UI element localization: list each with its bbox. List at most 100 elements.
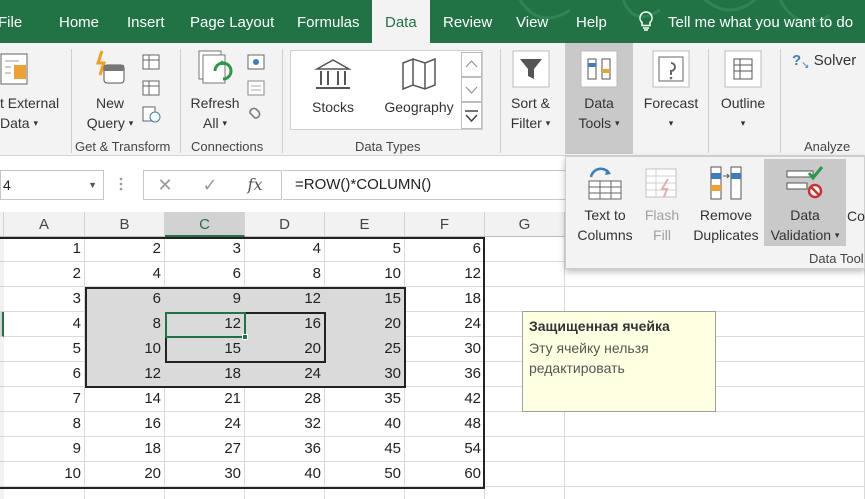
connections-small-icons[interactable] <box>246 53 268 123</box>
cell-d11[interactable] <box>245 487 325 499</box>
cell-e8[interactable]: 40 <box>325 412 405 437</box>
cell-a1[interactable]: 1 <box>4 237 85 262</box>
cell-a6[interactable]: 6 <box>4 362 85 387</box>
cell-b8[interactable]: 16 <box>85 412 165 437</box>
insert-function-button[interactable]: fx <box>238 171 272 199</box>
flash-fill-button[interactable]: Flash Fill <box>638 165 686 245</box>
cell-e10[interactable]: 50 <box>325 462 405 487</box>
new-query-button[interactable]: New Query ▾ <box>81 49 139 133</box>
refresh-all-button[interactable]: Refresh All ▾ <box>186 49 244 133</box>
tab-home[interactable]: Home <box>59 0 99 43</box>
geography-button[interactable]: Geography <box>378 57 460 117</box>
cell-d5[interactable]: 20 <box>245 337 325 362</box>
cell-a2[interactable]: 2 <box>4 262 85 287</box>
cell-e6[interactable]: 30 <box>325 362 405 387</box>
cell-e1[interactable]: 5 <box>325 237 405 262</box>
cell-c7[interactable]: 21 <box>165 387 245 412</box>
enter-formula-button[interactable]: ✓ <box>193 171 227 199</box>
cell-e9[interactable]: 45 <box>325 437 405 462</box>
column-header-a[interactable]: A <box>4 212 85 237</box>
tab-data[interactable]: Data <box>372 0 430 43</box>
cell-g11[interactable] <box>485 487 565 499</box>
cell-b11[interactable] <box>85 487 165 499</box>
data-types-scroll-up[interactable] <box>461 52 482 77</box>
cell-g8[interactable] <box>485 412 565 437</box>
data-validation-button[interactable]: Data Validation ▾ <box>764 165 846 245</box>
cell-c10[interactable]: 30 <box>165 462 245 487</box>
cell-f10[interactable]: 60 <box>405 462 485 487</box>
sort-filter-button[interactable]: Sort & Filter ▾ <box>503 49 558 133</box>
cell-a11[interactable] <box>4 487 85 499</box>
outline-button[interactable]: Outline ▾ <box>712 49 774 133</box>
cell-d1[interactable]: 4 <box>245 237 325 262</box>
get-external-data-button[interactable]: t External Data ▾ <box>0 49 66 133</box>
cell-f11[interactable] <box>405 487 485 499</box>
remove-duplicates-button[interactable]: Remove Duplicates <box>688 165 764 245</box>
cell-a3[interactable]: 3 <box>4 287 85 312</box>
cell-g10[interactable] <box>485 462 565 487</box>
column-header-d[interactable]: D <box>245 212 325 237</box>
cell-c9[interactable]: 27 <box>165 437 245 462</box>
cell-e4[interactable]: 20 <box>325 312 405 337</box>
cell-b1[interactable]: 2 <box>85 237 165 262</box>
cell-c2[interactable]: 6 <box>165 262 245 287</box>
solver-button[interactable]: ?↘ Solver <box>792 51 856 76</box>
cell-f6[interactable]: 36 <box>405 362 485 387</box>
column-header-f[interactable]: F <box>405 212 485 237</box>
cell-d9[interactable]: 36 <box>245 437 325 462</box>
cell-b2[interactable]: 4 <box>85 262 165 287</box>
cell-h3[interactable] <box>565 287 865 312</box>
cell-c11[interactable] <box>165 487 245 499</box>
select-all-corner[interactable] <box>0 212 4 237</box>
cell-f9[interactable]: 54 <box>405 437 485 462</box>
stocks-button[interactable]: Stocks <box>300 57 366 117</box>
cell-h11[interactable] <box>565 487 865 499</box>
column-header-g[interactable]: G <box>485 212 565 237</box>
cell-a10[interactable]: 10 <box>4 462 85 487</box>
cell-h10[interactable] <box>565 462 865 487</box>
cell-d6[interactable]: 24 <box>245 362 325 387</box>
cell-h8[interactable] <box>565 412 865 437</box>
tab-help[interactable]: Help <box>576 0 607 43</box>
cell-g2[interactable] <box>485 262 565 287</box>
cell-b7[interactable]: 14 <box>85 387 165 412</box>
cell-a9[interactable]: 9 <box>4 437 85 462</box>
tell-me-search[interactable]: Tell me what you want to do <box>638 0 853 43</box>
cell-f2[interactable]: 12 <box>405 262 485 287</box>
tab-page-layout[interactable]: Page Layout <box>190 0 274 43</box>
cell-d4[interactable]: 16 <box>245 312 325 337</box>
cell-b10[interactable]: 20 <box>85 462 165 487</box>
column-header-b[interactable]: B <box>85 212 165 237</box>
cell-f4[interactable]: 24 <box>405 312 485 337</box>
tab-formulas[interactable]: Formulas <box>297 0 360 43</box>
data-types-more[interactable] <box>461 102 482 129</box>
cell-b4[interactable]: 8 <box>85 312 165 337</box>
column-header-c[interactable]: C <box>165 212 245 237</box>
cell-a7[interactable]: 7 <box>4 387 85 412</box>
cell-c3[interactable]: 9 <box>165 287 245 312</box>
cell-c5[interactable]: 15 <box>165 337 245 362</box>
tab-insert[interactable]: Insert <box>127 0 165 43</box>
get-transform-small-icons[interactable] <box>141 53 163 123</box>
cell-e2[interactable]: 10 <box>325 262 405 287</box>
formula-bar-grip-icon[interactable] <box>118 176 124 192</box>
text-to-columns-button[interactable]: Text to Columns <box>572 165 638 245</box>
cell-h9[interactable] <box>565 437 865 462</box>
cancel-formula-button[interactable]: ✕ <box>148 171 182 199</box>
cell-f5[interactable]: 30 <box>405 337 485 362</box>
cell-b9[interactable]: 18 <box>85 437 165 462</box>
name-box[interactable]: 4 ▼ <box>0 170 104 200</box>
cell-b5[interactable]: 10 <box>85 337 165 362</box>
cell-e5[interactable]: 25 <box>325 337 405 362</box>
cell-f1[interactable]: 6 <box>405 237 485 262</box>
cell-b6[interactable]: 12 <box>85 362 165 387</box>
cell-c8[interactable]: 24 <box>165 412 245 437</box>
tab-view[interactable]: View <box>516 0 548 43</box>
cell-c1[interactable]: 3 <box>165 237 245 262</box>
cell-d2[interactable]: 8 <box>245 262 325 287</box>
formula-input[interactable]: =ROW()*COLUMN() <box>283 170 583 200</box>
cell-c6[interactable]: 18 <box>165 362 245 387</box>
fill-handle[interactable] <box>242 334 248 340</box>
cell-d10[interactable]: 40 <box>245 462 325 487</box>
cell-g1[interactable] <box>485 237 565 262</box>
